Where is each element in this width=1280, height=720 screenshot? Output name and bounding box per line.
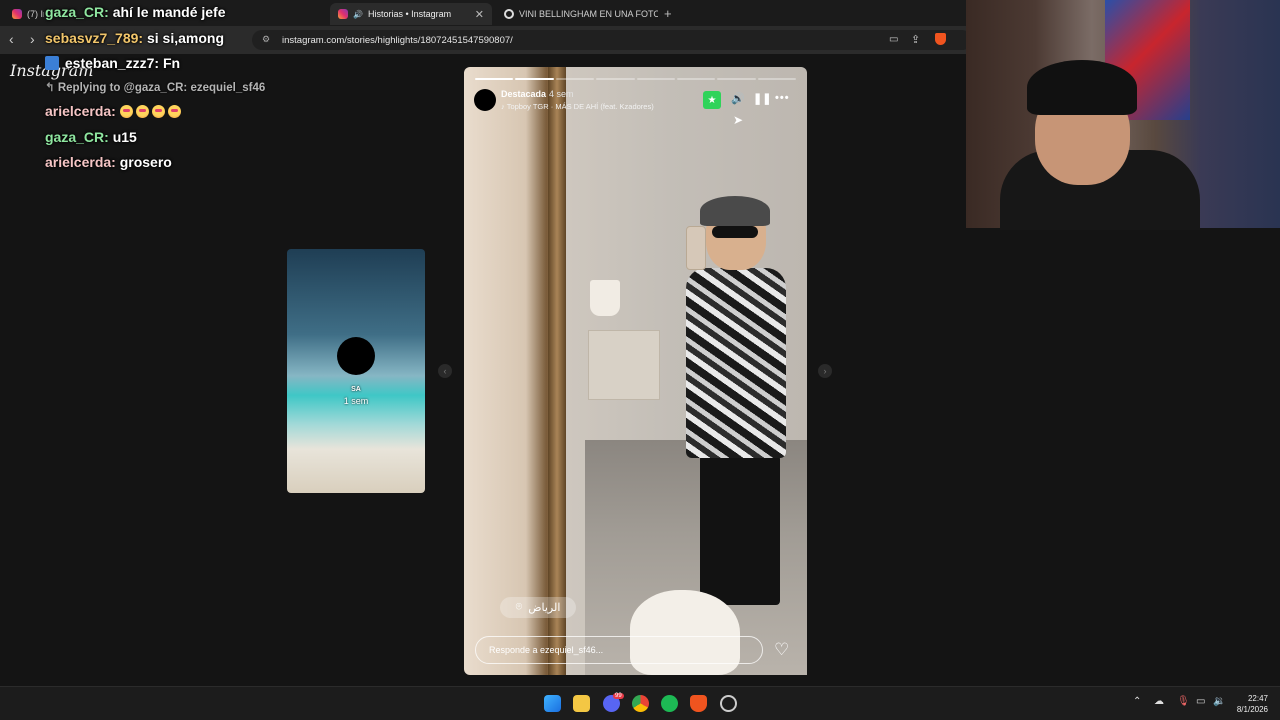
chat-username: esteban_zzz7: [64, 55, 160, 71]
avatar[interactable] [474, 89, 496, 111]
reply-input[interactable]: Responde a ezequiel_sf46... [475, 636, 763, 664]
webcam-person-cap [1027, 60, 1137, 115]
clock-time[interactable]: 22:47 [1238, 694, 1268, 703]
chat-message: sebasvz7_789: si si,among [45, 30, 224, 46]
location-sticker[interactable]: ⌾ الرياض [500, 597, 576, 618]
story-username[interactable]: Destacada [501, 89, 546, 99]
chat-message: arielcerda: grosero [45, 154, 172, 170]
microphone-icon[interactable]: 🎙 [1177, 696, 1190, 707]
cloud-icon[interactable]: ☁ [1154, 696, 1164, 707]
story-person-legs [700, 455, 780, 605]
speaker-icon[interactable]: 🔉 [1213, 696, 1225, 707]
story-lamp [590, 280, 620, 316]
progress-segment [676, 78, 716, 80]
story-time: 4 sem [549, 89, 574, 99]
chat-username: arielcerda: [45, 154, 116, 170]
progress-segment [515, 78, 554, 80]
chat-message: gaza_CR: u15 [45, 129, 137, 145]
brave-shield-icon[interactable] [935, 33, 946, 45]
progress-segment [555, 78, 595, 80]
location-text: الرياض [528, 602, 561, 614]
chat-text: Fn [162, 55, 181, 71]
tab-historias[interactable]: 🔊 Historias • Instagram ✕ [330, 3, 492, 25]
instagram-icon [12, 9, 22, 19]
pause-button[interactable]: ❚❚ [753, 92, 771, 105]
progress-segment [757, 78, 796, 80]
tab-instagram[interactable]: (7) In [4, 3, 44, 25]
story-person-glasses [712, 226, 758, 238]
cursor-icon: ➤ [733, 113, 744, 127]
google-icon [504, 9, 514, 19]
music-icon: ♪ [501, 102, 505, 111]
chrome-icon[interactable] [632, 695, 649, 712]
url-text: instagram.com/stories/highlights/1807245… [282, 34, 513, 46]
progress-segment [636, 78, 675, 80]
site-info-icon[interactable]: ⚙ [262, 34, 270, 45]
chat-message: arielcerda: [45, 103, 184, 119]
file-explorer-icon[interactable] [573, 695, 590, 712]
location-pin-icon: ⌾ [515, 601, 523, 613]
windows-start-icon[interactable] [544, 695, 561, 712]
address-bar[interactable]: ⚙ instagram.com/stories/highlights/18072… [252, 30, 972, 50]
chat-message: esteban_zzz7: Fn [45, 55, 180, 71]
share-icon[interactable]: ⇪ [911, 33, 920, 46]
song-title: Topboy TGR · MÁS DE AHÍ (feat. Kzadores) [506, 102, 654, 111]
cast-icon[interactable]: ▭ [889, 34, 898, 45]
forward-button[interactable]: › [30, 31, 35, 47]
story-person-shirt [686, 268, 786, 458]
close-tab-icon[interactable]: ✕ [475, 8, 484, 21]
badge-icon [45, 56, 59, 70]
story-phone [686, 226, 706, 270]
chat-text: grosero [119, 154, 172, 170]
speaker-icon: 🔊 [353, 9, 363, 19]
story-song[interactable]: ♪ Topboy TGR · MÁS DE AHÍ (feat. Kzadore… [501, 102, 654, 111]
tab-vini-bellingham[interactable]: VINI BELLINGHAM EN UNA FOTO - B [496, 3, 658, 25]
previous-story-button[interactable]: ‹ [438, 364, 452, 378]
story-nightstand [588, 330, 660, 400]
chat-text: ahí le mandé jefe [112, 4, 226, 20]
side-story-username: SA [351, 386, 361, 393]
chat-username: sebasvz7_789: [45, 30, 144, 46]
reply-text: Replying to @gaza_CR: ezequiel_sf46 [57, 82, 266, 94]
chat-text: u15 [112, 129, 137, 145]
reply-placeholder: Responde a ezequiel_sf46... [489, 645, 604, 655]
heart-icon[interactable]: ♡ [774, 640, 789, 660]
progress-segment [596, 78, 635, 80]
chat-text: si si,among [146, 30, 224, 46]
tab-label: VINI BELLINGHAM EN UNA FOTO - B [519, 9, 658, 19]
mirror-frame [548, 67, 566, 675]
chat-message: gaza_CR: ahí le mandé jefe [45, 4, 226, 20]
brave-icon[interactable] [690, 695, 707, 712]
emoji-icon [151, 105, 165, 118]
spotify-icon[interactable] [661, 695, 678, 712]
chat-username: arielcerda: [45, 103, 116, 119]
chevron-up-icon[interactable]: ⌃ [1133, 696, 1141, 707]
progress-segment [717, 78, 756, 80]
emoji-icon [135, 105, 149, 118]
discord-badge: 99 [613, 693, 624, 699]
emoji-icon [119, 105, 133, 118]
tab-label: Historias • Instagram [367, 9, 452, 19]
new-tab-button[interactable]: + [664, 6, 672, 21]
chat-username: gaza_CR: [45, 4, 109, 20]
back-button[interactable]: ‹ [9, 31, 14, 47]
reply-indicator: ↰ Replying to @gaza_CR: ezequiel_sf46 [45, 80, 265, 94]
avatar [337, 337, 375, 375]
clock-date[interactable]: 8/1/2026 [1228, 705, 1268, 714]
close-friends-star-icon[interactable]: ★ [703, 91, 721, 109]
chat-username: gaza_CR: [45, 129, 109, 145]
volume-icon[interactable]: 🔊 [731, 92, 745, 105]
tab-label: (7) In [27, 9, 44, 19]
instagram-icon [338, 9, 348, 19]
reply-icon: ↰ [45, 82, 55, 94]
next-story-button[interactable]: › [818, 364, 832, 378]
more-options-icon[interactable]: ••• [775, 92, 790, 104]
emoji-icon [167, 105, 181, 118]
network-icon[interactable]: ▭ [1196, 696, 1205, 707]
story-person-cap [700, 196, 770, 226]
progress-segment [475, 78, 514, 80]
app-icon[interactable] [720, 695, 737, 712]
side-story-time: 1 sem [343, 396, 369, 406]
